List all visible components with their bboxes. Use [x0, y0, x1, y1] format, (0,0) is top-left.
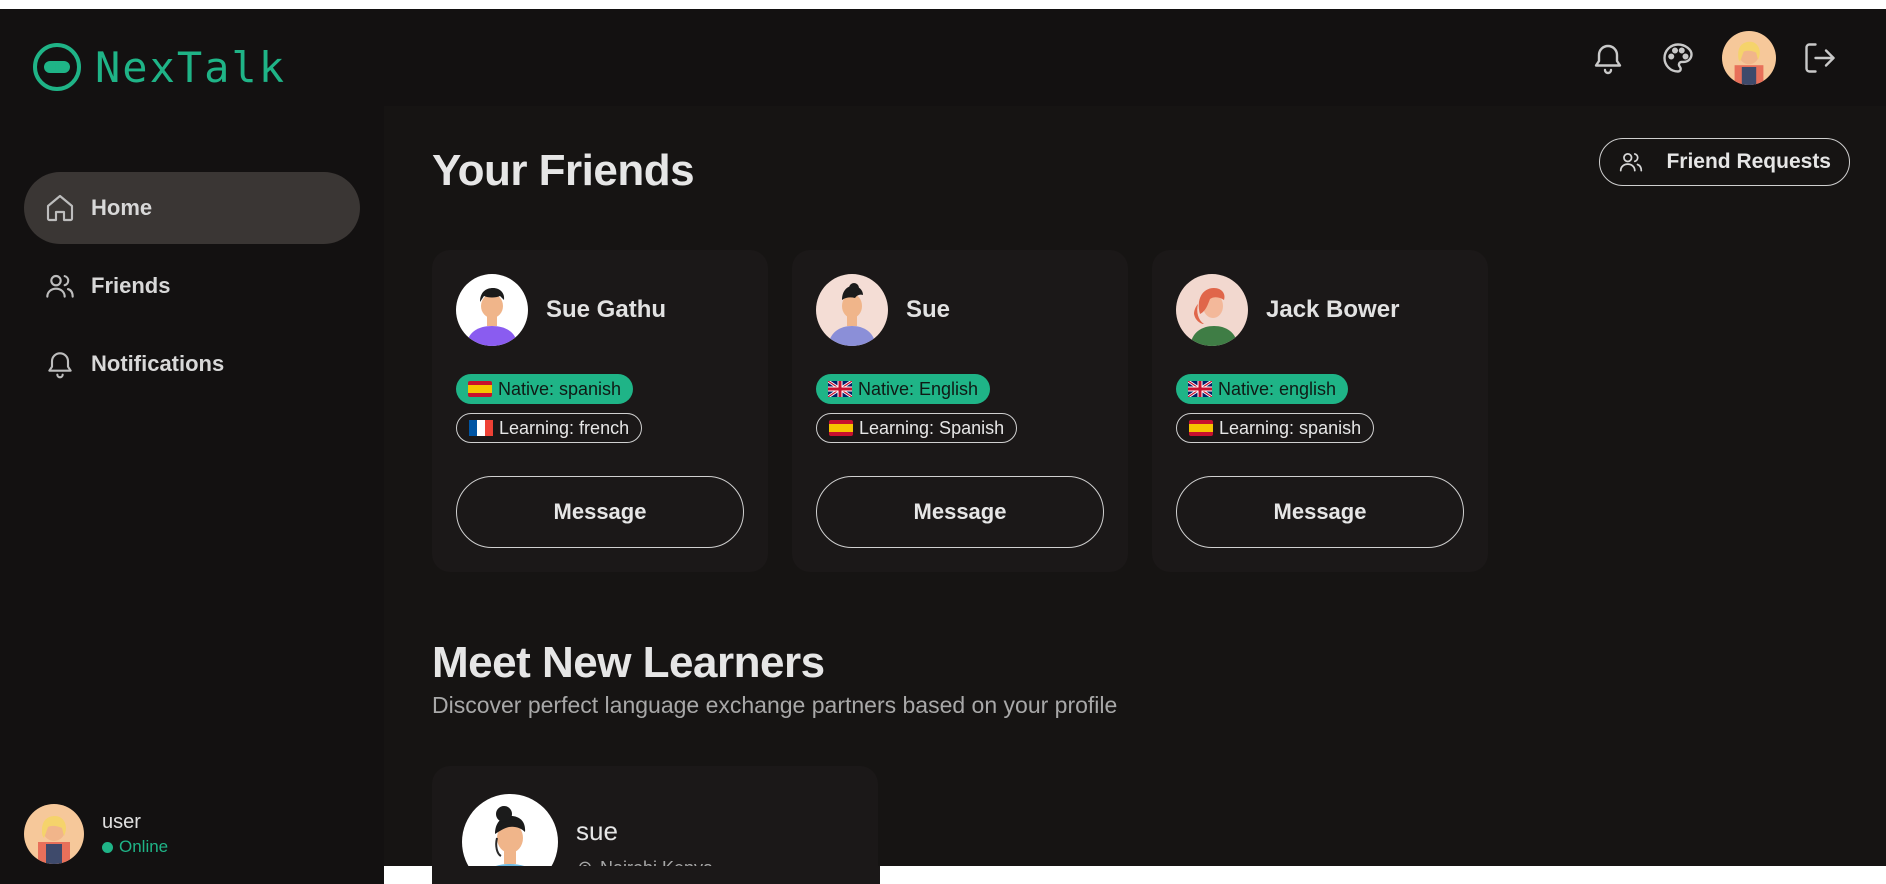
friend-card: Jack Bower Native: english Learning: spa… — [1152, 250, 1488, 572]
friend-name: Sue — [906, 296, 951, 323]
avatar — [24, 804, 84, 864]
app-root: NexTalk Home Friends Notifications user … — [0, 9, 1886, 866]
avatar — [816, 274, 888, 346]
section-subtitle: Discover perfect language exchange partn… — [432, 692, 1118, 718]
avatar — [462, 794, 558, 866]
section-title: Meet New Learners — [432, 638, 825, 687]
native-language-badge: Native: english — [1176, 374, 1349, 404]
message-button[interactable]: Message — [456, 476, 744, 548]
friend-name: Sue Gathu — [546, 296, 667, 323]
app-name: NexTalk — [95, 42, 287, 92]
current-user[interactable]: user Online — [24, 804, 168, 864]
spain-flag-icon — [1189, 420, 1213, 436]
native-language-badge: Native: spanish — [456, 374, 634, 404]
sidebar-item-home[interactable]: Home — [24, 172, 360, 244]
spain-flag-icon — [829, 420, 853, 436]
users-icon — [1620, 153, 1643, 172]
france-flag-icon — [469, 420, 493, 436]
online-dot-icon — [102, 841, 113, 853]
uk-flag-icon — [828, 381, 852, 397]
friends-grid: Sue Gathu Native: spanish Learning: fren… — [432, 250, 1488, 572]
friend-requests-button[interactable]: Friend Requests — [1599, 138, 1850, 186]
spain-flag-icon — [468, 381, 492, 397]
learning-language-badge: Learning: Spanish — [816, 413, 1018, 443]
sidebar-nav: Home Friends Notifications — [24, 172, 360, 406]
sidebar-item-label: Home — [91, 195, 153, 220]
learning-language-badge: Learning: spanish — [1176, 413, 1375, 443]
logo[interactable]: NexTalk — [31, 41, 286, 93]
sidebar-item-label: Friends — [91, 273, 171, 298]
logo-icon — [33, 43, 81, 91]
learning-language-badge: Learning: french — [456, 413, 643, 443]
uk-flag-icon — [1188, 381, 1212, 397]
bell-icon[interactable] — [1590, 40, 1626, 76]
window-top-strip — [0, 0, 1886, 9]
main-content: Your Friends Friend Requests Sue Gathu N… — [384, 106, 1886, 866]
header-actions — [1590, 31, 1838, 85]
page-title: Your Friends — [432, 146, 695, 195]
home-icon — [46, 194, 74, 222]
sidebar-item-friends[interactable]: Friends — [24, 250, 360, 322]
friend-requests-label: Friend Requests — [1666, 150, 1831, 173]
friend-card: Sue Native: English Learning: Spanish Me… — [792, 250, 1128, 572]
user-name: user — [102, 811, 141, 833]
sidebar-item-notifications[interactable]: Notifications — [24, 328, 360, 400]
palette-icon[interactable] — [1660, 40, 1696, 76]
logout-icon[interactable] — [1802, 40, 1838, 76]
learner-name: sue — [576, 816, 618, 846]
message-button[interactable]: Message — [816, 476, 1104, 548]
native-language-badge: Native: English — [816, 374, 991, 404]
sidebar: NexTalk Home Friends Notifications user … — [0, 9, 384, 866]
avatar — [456, 274, 528, 346]
message-button[interactable]: Message — [1176, 476, 1464, 548]
status-text: Online — [119, 837, 169, 856]
users-icon — [46, 274, 74, 298]
learner-card: sue Nairobi,Kenya — [432, 766, 878, 866]
sidebar-bottom-edge — [0, 866, 384, 884]
sidebar-item-label: Notifications — [91, 351, 225, 376]
learner-card-bottom-edge — [432, 866, 880, 884]
bell-icon — [48, 352, 72, 379]
avatar — [1176, 274, 1248, 346]
learner-location: Nairobi,Kenya — [576, 858, 713, 866]
user-status: Online — [102, 837, 168, 857]
friend-card: Sue Gathu Native: spanish Learning: fren… — [432, 250, 768, 572]
friend-name: Jack Bower — [1266, 296, 1400, 323]
avatar[interactable] — [1722, 31, 1776, 85]
